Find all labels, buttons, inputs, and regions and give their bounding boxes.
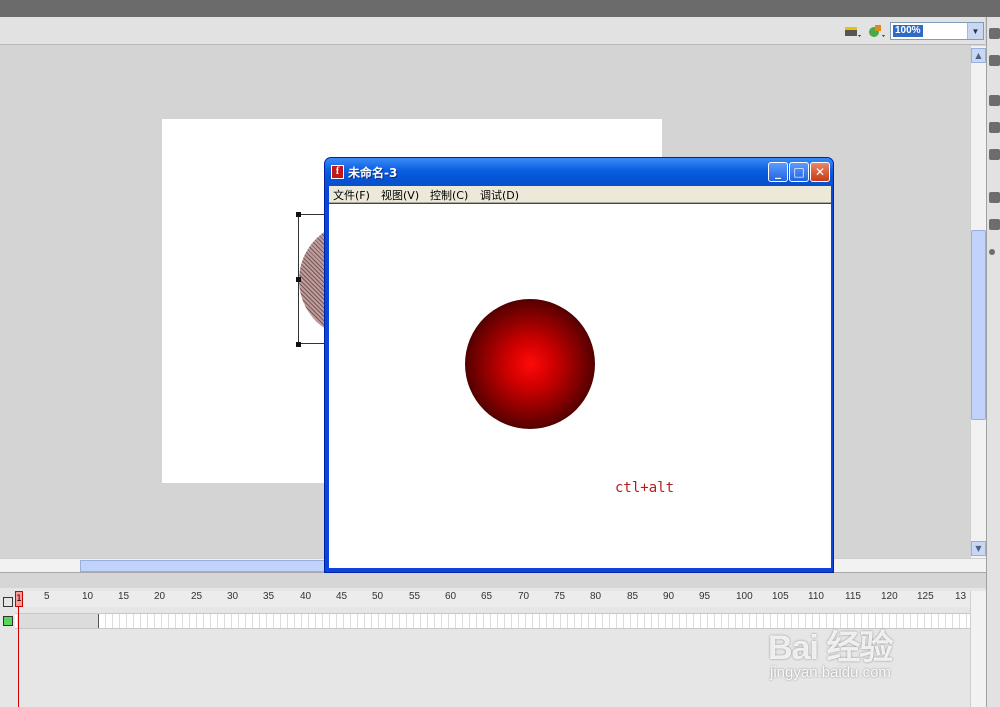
right-toolbar — [986, 17, 1000, 707]
frame-tick: 100 — [736, 591, 753, 602]
frame-tick: 75 — [554, 591, 566, 602]
frame-tick: 90 — [663, 591, 675, 602]
frame-tick: 35 — [263, 591, 275, 602]
timeline-header — [0, 573, 986, 588]
baidu-jingyan-watermark: Bai 经验 jingyan.baidu.com — [768, 620, 948, 684]
scene-icon[interactable] — [842, 22, 864, 40]
zoom-select[interactable]: 100% ▼ — [890, 22, 984, 40]
selection-handle[interactable] — [296, 342, 301, 347]
preview-window[interactable]: f 未命名-3 _ □ ✕ 文件(F) 视图(V) 控制(C) 调试(D) ct… — [324, 157, 834, 573]
tool-icon[interactable] — [989, 55, 1000, 66]
timeline-vertical-scrollbar[interactable] — [970, 591, 986, 707]
watermark-url: jingyan.baidu.com — [770, 664, 891, 681]
symbol-icon[interactable] — [866, 22, 888, 40]
title-strip — [0, 0, 1000, 17]
frame-tick: 40 — [300, 591, 312, 602]
frame-tick: 70 — [518, 591, 530, 602]
frame-span[interactable] — [17, 614, 99, 628]
tool-icon[interactable] — [989, 122, 1000, 133]
window-title: 未命名-3 — [348, 166, 398, 180]
tool-icon[interactable] — [989, 149, 1000, 160]
frame-tick: 13 — [955, 591, 967, 602]
scroll-up-icon[interactable]: ▲ — [971, 48, 986, 63]
frame-tick: 105 — [772, 591, 789, 602]
frame-tick: 55 — [409, 591, 421, 602]
chevron-down-icon[interactable]: ▼ — [967, 23, 983, 39]
timeline-ruler[interactable]: 5 10 15 20 25 30 35 40 45 50 55 60 65 70… — [15, 591, 970, 607]
stage-vertical-scrollbar[interactable]: ▲ ▼ — [970, 46, 986, 558]
frame-tick: 85 — [627, 591, 639, 602]
playhead[interactable]: 1 — [15, 591, 23, 607]
caption-text: ctl+alt — [615, 480, 675, 496]
preview-content[interactable]: ctl+alt — [329, 204, 831, 568]
zoom-value: 100% — [893, 25, 923, 37]
scroll-down-icon[interactable]: ▼ — [971, 541, 986, 556]
edit-bar: 100% ▼ — [0, 17, 985, 45]
frame-tick: 20 — [154, 591, 166, 602]
close-button[interactable]: ✕ — [810, 162, 830, 182]
outline-icon[interactable] — [3, 597, 13, 607]
frame-tick: 125 — [917, 591, 934, 602]
tool-icon[interactable] — [989, 28, 1000, 39]
tool-icon[interactable] — [989, 249, 995, 255]
frame-tick: 25 — [191, 591, 203, 602]
scroll-thumb[interactable] — [80, 560, 330, 572]
frame-tick: 115 — [845, 591, 861, 602]
menu-debug[interactable]: 调试(D) — [480, 187, 519, 203]
tool-icon[interactable] — [989, 95, 1000, 106]
frame-tick: 30 — [227, 591, 239, 602]
playhead-line — [18, 591, 19, 707]
frame-tick: 5 — [44, 591, 50, 602]
minimize-button[interactable]: _ — [768, 162, 788, 182]
watermark-logo: Bai 经验 — [768, 629, 893, 667]
menu-view[interactable]: 视图(V) — [381, 187, 419, 203]
radial-gradient-ball — [465, 299, 595, 429]
frame-tick: 80 — [590, 591, 602, 602]
frame-tick: 110 — [808, 591, 824, 602]
selection-handle[interactable] — [296, 212, 301, 217]
flash-ide: 100% ▼ ▲ ▼ 5 10 15 20 25 30 35 40 45 50 … — [0, 0, 1000, 707]
preview-titlebar[interactable]: f 未命名-3 _ □ ✕ — [325, 158, 833, 186]
frame-tick: 95 — [699, 591, 711, 602]
scroll-thumb[interactable] — [971, 230, 986, 420]
frame-tick: 10 — [82, 591, 94, 602]
menu-file[interactable]: 文件(F) — [333, 187, 370, 203]
maximize-button[interactable]: □ — [789, 162, 809, 182]
tool-icon[interactable] — [989, 192, 1000, 203]
frame-tick: 15 — [118, 591, 130, 602]
preview-menubar: 文件(F) 视图(V) 控制(C) 调试(D) — [329, 186, 831, 203]
frame-tick: 50 — [372, 591, 384, 602]
selection-handle[interactable] — [296, 277, 301, 282]
flash-app-icon: f — [331, 165, 344, 179]
frame-tick: 120 — [881, 591, 898, 602]
frame-tick: 60 — [445, 591, 457, 602]
tool-icon[interactable] — [989, 219, 1000, 230]
frame-tick: 45 — [336, 591, 348, 602]
menu-control[interactable]: 控制(C) — [430, 187, 468, 203]
layer-color-icon[interactable] — [3, 616, 13, 626]
frame-tick: 65 — [481, 591, 493, 602]
